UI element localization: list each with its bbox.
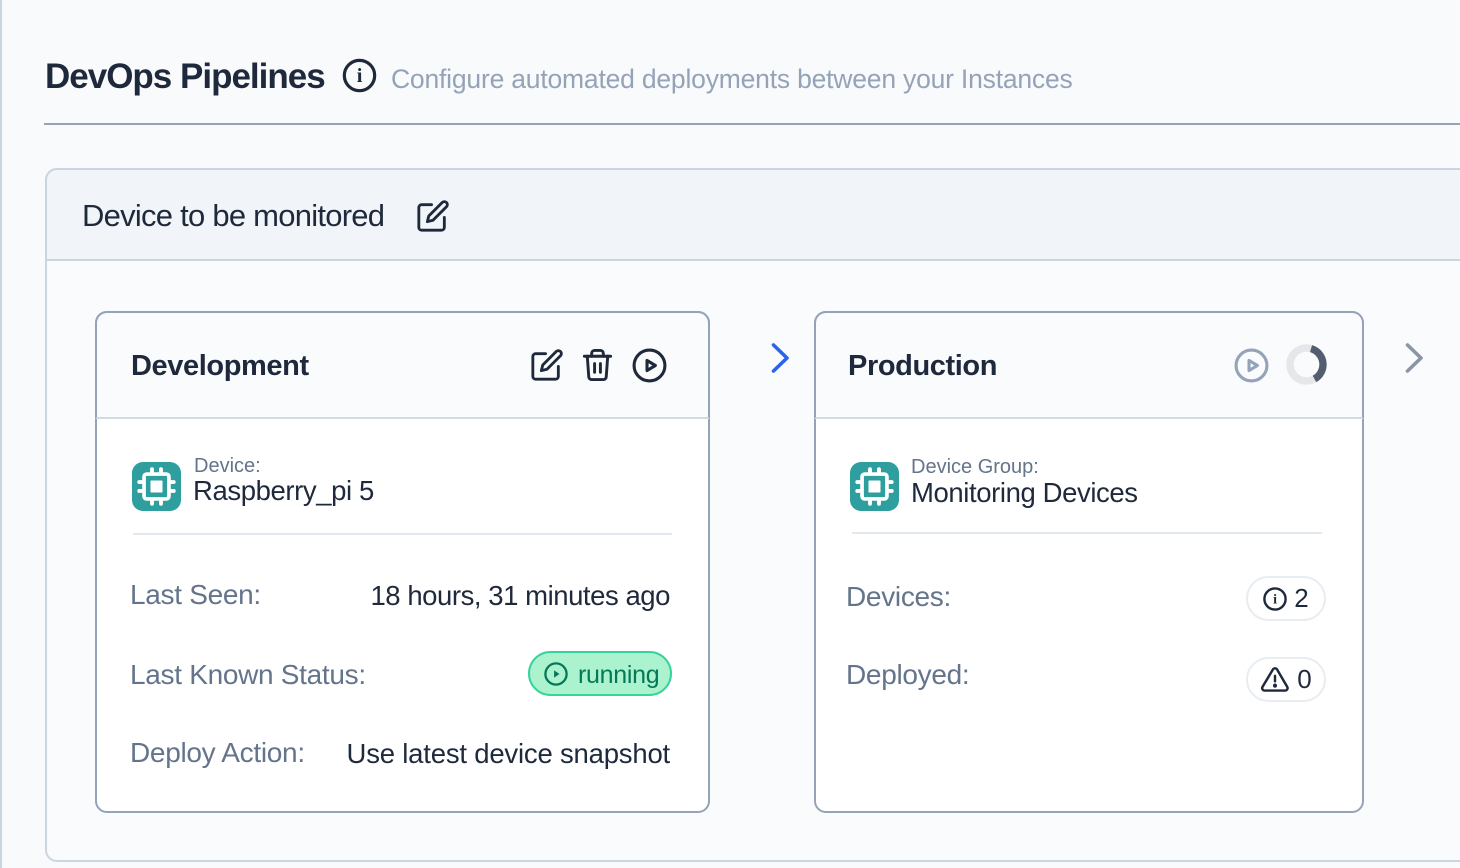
svg-text:i: i: [357, 65, 363, 87]
svg-text:i: i: [1273, 592, 1277, 607]
